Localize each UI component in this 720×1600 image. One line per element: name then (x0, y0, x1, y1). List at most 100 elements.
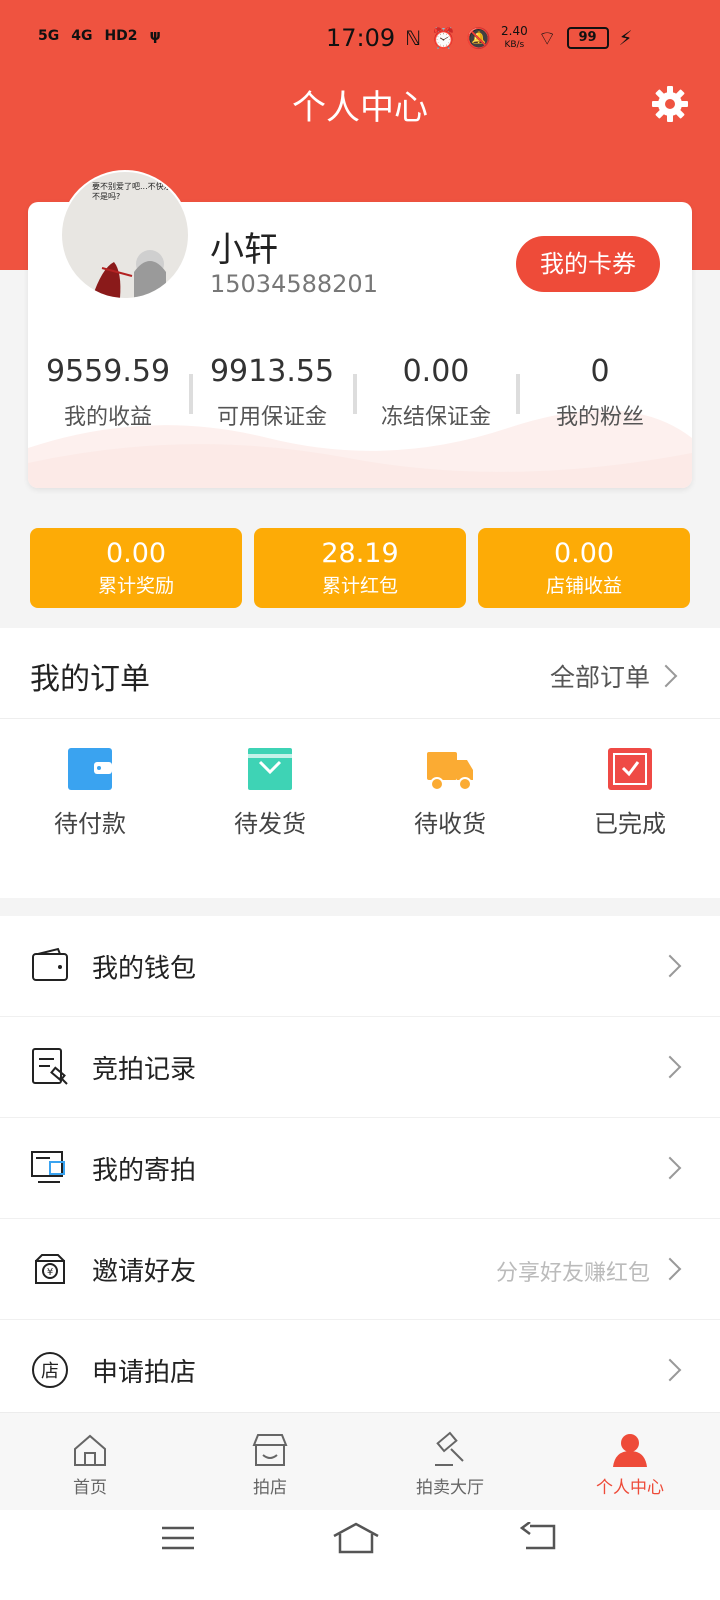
battery-indicator: 99 (566, 27, 609, 49)
tab-label: 首页 (73, 1478, 107, 1498)
order-label: 待发货 (234, 810, 306, 838)
mute-icon: 🔕 (466, 26, 491, 50)
reward-value: 0.00 (105, 538, 167, 569)
menu-label: 我的钱包 (92, 954, 197, 984)
reward-total-bonus[interactable]: 0.00 累计奖励 (30, 528, 242, 608)
menu-label: 我的寄拍 (92, 1156, 197, 1186)
tab-shop[interactable]: 拍店 (180, 1413, 360, 1498)
menu-item-invite[interactable]: ¥ 邀请好友 分享好友赚红包 (0, 1219, 720, 1320)
menu-hint: 分享好友赚红包 (495, 1261, 650, 1286)
home-nav-icon[interactable] (332, 1522, 380, 1554)
tab-home[interactable]: 首页 (0, 1413, 180, 1498)
user-icon (613, 1434, 647, 1467)
box-icon (248, 748, 292, 790)
nfc-icon: ℕ (405, 26, 422, 50)
order-label: 已完成 (594, 810, 666, 838)
signal-4g: 4G (71, 28, 93, 44)
usb-icon: ψ (149, 28, 161, 44)
bottom-nav: 首页 拍店 拍卖大厅 个人中心 (0, 1412, 720, 1511)
clock: 17:09 (326, 24, 396, 52)
auction-record-icon (32, 1048, 68, 1085)
menu-item-consignment[interactable]: 我的寄拍 (0, 1118, 720, 1219)
user-name: 小轩 (210, 230, 278, 270)
stat-value: 9559.59 (45, 354, 171, 389)
stat-value: 9913.55 (209, 354, 335, 389)
stat-fans[interactable]: 0 我的粉丝 (516, 354, 684, 431)
signal-5g: 5G (38, 28, 60, 44)
signal-indicators: 5G 4G HD2 ψ (38, 28, 161, 44)
settings-gear-icon[interactable] (650, 84, 690, 124)
reward-value: 28.19 (321, 538, 399, 569)
stat-label: 我的收益 (63, 405, 152, 430)
page-title: 个人中心 (292, 88, 428, 128)
stat-value: 0.00 (402, 354, 470, 389)
chevron-right-icon (658, 954, 682, 978)
tab-label: 拍卖大厅 (416, 1478, 484, 1498)
wallet-outline-icon (32, 947, 68, 981)
menu-icon[interactable] (160, 1524, 196, 1552)
divider (0, 718, 720, 719)
all-orders-link[interactable]: 全部订单 (550, 658, 650, 694)
chevron-right-icon (658, 1055, 682, 1079)
completed-icon (608, 748, 652, 790)
reward-label: 店铺收益 (545, 575, 622, 597)
status-bar: 5G 4G HD2 ψ 17:09 ℕ ⏰ 🔕 2.40 KB/s ⌔ 99 ⚡ (0, 18, 720, 62)
order-label: 待收货 (414, 810, 486, 838)
consign-icon (31, 1151, 65, 1183)
wallet-icon (68, 748, 112, 790)
system-nav-bar (0, 1510, 720, 1600)
store-icon (252, 1434, 288, 1466)
menu-label: 竞拍记录 (92, 1055, 197, 1085)
order-pending-payment[interactable]: 待付款 (0, 746, 180, 839)
chevron-right-icon[interactable] (654, 664, 678, 688)
invite-icon: ¥ (35, 1254, 65, 1284)
svg-text:¥: ¥ (47, 1267, 53, 1278)
back-icon[interactable] (520, 1522, 556, 1552)
stat-frozen-deposit[interactable]: 0.00 冻结保证金 (352, 354, 520, 431)
reward-value: 0.00 (553, 538, 615, 569)
alarm-icon: ⏰ (431, 26, 457, 50)
menu-list: 我的钱包 竞拍记录 我的寄拍 ¥ 邀请好友 分享好友赚红包 店 申请拍店 (0, 916, 720, 1421)
avatar[interactable]: 要不别爱了吧...不快乐不是吗? (60, 170, 190, 300)
order-pending-receipt[interactable]: 待收货 (360, 746, 540, 839)
tab-auction-hall[interactable]: 拍卖大厅 (360, 1413, 540, 1498)
tab-label: 个人中心 (596, 1478, 664, 1498)
home-icon (74, 1434, 106, 1466)
orders-title: 我的订单 (30, 662, 150, 697)
reward-label: 累计奖励 (97, 575, 174, 597)
tab-profile[interactable]: 个人中心 (540, 1413, 720, 1498)
menu-label: 申请拍店 (92, 1358, 197, 1388)
avatar-illustration (92, 250, 166, 298)
stat-earnings[interactable]: 9559.59 我的收益 (24, 354, 192, 431)
svg-text:店: 店 (41, 1361, 59, 1382)
signal-hd: HD2 (104, 28, 138, 44)
shop-apply-icon: 店 (32, 1352, 68, 1388)
tab-label: 拍店 (253, 1478, 287, 1498)
my-coupons-button[interactable]: 我的卡券 (516, 236, 660, 292)
chevron-right-icon (658, 1156, 682, 1180)
network-speed: 2.40 KB/s (501, 24, 528, 50)
orders-section: 我的订单 全部订单 待付款 待发货 待收货 已完成 (0, 628, 720, 898)
user-phone: 15034588201 (210, 270, 378, 298)
order-pending-shipment[interactable]: 待发货 (180, 746, 360, 839)
order-completed[interactable]: 已完成 (540, 746, 720, 839)
stat-label: 我的粉丝 (555, 405, 644, 430)
stat-value: 0 (590, 354, 610, 389)
chevron-right-icon (658, 1257, 682, 1281)
reward-total-redpacket[interactable]: 28.19 累计红包 (254, 528, 466, 608)
wifi-icon: ⌔ (537, 25, 557, 50)
stat-label: 冻结保证金 (380, 405, 491, 430)
stat-available-deposit[interactable]: 9913.55 可用保证金 (188, 354, 356, 431)
order-label: 待付款 (54, 810, 126, 838)
reward-shop-income[interactable]: 0.00 店铺收益 (478, 528, 690, 608)
menu-item-apply-shop[interactable]: 店 申请拍店 (0, 1320, 720, 1421)
menu-item-wallet[interactable]: 我的钱包 (0, 916, 720, 1017)
charging-icon: ⚡ (618, 26, 633, 50)
menu-label: 邀请好友 (92, 1257, 197, 1287)
chevron-right-icon (658, 1358, 682, 1382)
menu-item-auction-records[interactable]: 竞拍记录 (0, 1017, 720, 1118)
auction-hall-icon (435, 1431, 464, 1466)
stat-label: 可用保证金 (216, 405, 327, 430)
truck-icon (427, 752, 473, 791)
reward-label: 累计红包 (321, 575, 398, 597)
